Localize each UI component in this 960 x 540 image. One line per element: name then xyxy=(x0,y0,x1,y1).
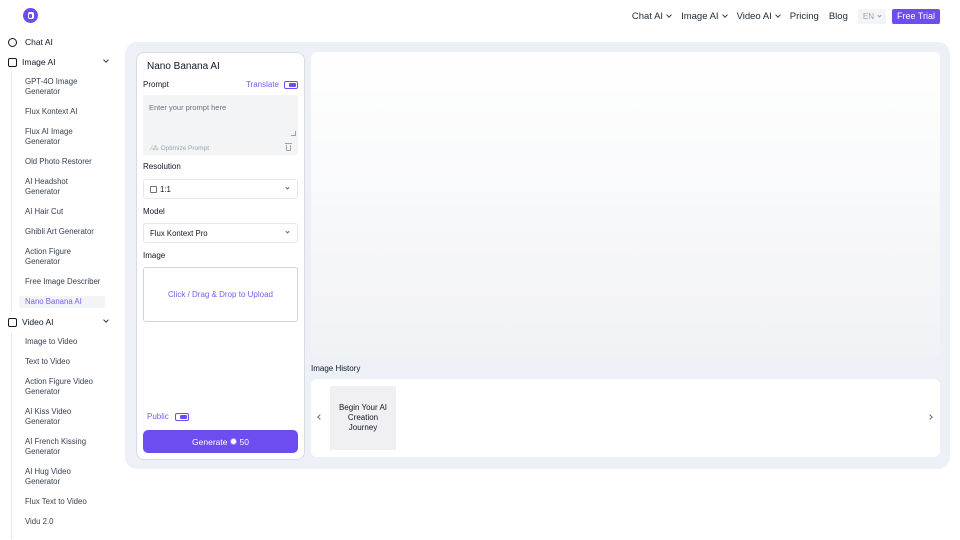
sidebar-item-gpt4o[interactable]: GPT-4O Image Generator xyxy=(19,77,105,97)
sidebar-item-flux-kontext[interactable]: Flux Kontext AI xyxy=(19,107,105,117)
sidebar-video-ai[interactable]: Video AI xyxy=(8,317,110,327)
nav-chat-ai[interactable]: Chat AI xyxy=(631,10,672,22)
image-preview-area xyxy=(311,52,940,357)
chat-icon xyxy=(8,37,17,47)
sidebar-section-label: Chat AI xyxy=(25,37,53,47)
chevron-down-icon xyxy=(103,57,109,63)
chevron-down-icon xyxy=(285,185,290,190)
model-select[interactable]: Flux Kontext Pro xyxy=(143,223,298,243)
sidebar-section-label: Image AI xyxy=(22,57,56,67)
public-toggle[interactable] xyxy=(174,412,189,421)
public-toggle-group: Public xyxy=(147,412,189,421)
chevron-down-icon xyxy=(877,12,882,18)
chevron-down-icon xyxy=(103,317,109,323)
sidebar-item-image-to-video[interactable]: Image to Video xyxy=(19,337,105,347)
language-select[interactable]: EN xyxy=(857,8,886,24)
resize-handle-icon[interactable] xyxy=(291,131,296,136)
generate-button[interactable]: Generate 50 xyxy=(143,430,298,453)
resolution-label: Resolution xyxy=(143,162,181,171)
upload-text: Click / Drag & Drop to Upload xyxy=(168,290,273,299)
sidebar-item-vidu[interactable]: Vidu 2.0 xyxy=(19,517,105,527)
sidebar-item-action-figure[interactable]: Action Figure Generator xyxy=(19,247,105,267)
sidebar-divider xyxy=(11,333,12,539)
sidebar-image-ai[interactable]: Image AI xyxy=(8,57,110,67)
optimize-prompt-button[interactable]: ⁄⁂ Optimize Prompt xyxy=(151,144,209,153)
sidebar-item-flux-text-video[interactable]: Flux Text to Video xyxy=(19,497,105,507)
sidebar-item-kiss-video[interactable]: AI Kiss Video Generator xyxy=(19,407,105,427)
nav-video-ai[interactable]: Video AI xyxy=(736,10,781,22)
nav-pricing[interactable]: Pricing xyxy=(790,11,819,22)
chevron-down-icon xyxy=(774,12,781,18)
sidebar-item-headshot[interactable]: AI Headshot Generator xyxy=(19,177,105,197)
image-history: Begin Your AI Creation Journey xyxy=(311,379,940,457)
prompt-input[interactable]: Enter your prompt here ⁄⁂ Optimize Promp… xyxy=(143,95,298,155)
chevron-down-icon xyxy=(721,12,728,18)
generator-panel: Nano Banana AI Prompt Translate Enter yo… xyxy=(136,52,305,460)
panel-title: Nano Banana AI xyxy=(147,61,220,72)
public-label: Public xyxy=(147,412,169,421)
history-label: Image History xyxy=(311,364,361,373)
top-header: Chat AI Image AI Video AI Pricing Blog E… xyxy=(0,0,960,32)
sidebar-section-label: Video AI xyxy=(22,317,54,327)
nav-label: Blog xyxy=(828,10,848,22)
aspect-square-icon xyxy=(150,185,157,193)
model-value: Flux Kontext Pro xyxy=(150,228,208,238)
sidebar-item-nano-banana[interactable]: Nano Banana AI xyxy=(19,296,105,308)
prompt-placeholder: Enter your prompt here xyxy=(149,103,227,112)
resolution-select[interactable]: 1:1 xyxy=(143,179,298,199)
chevron-down-icon xyxy=(666,12,672,18)
prompt-label: Prompt xyxy=(143,80,169,89)
sidebar-item-flux-image[interactable]: Flux AI Image Generator xyxy=(19,127,105,147)
magic-wand-icon: ⁄⁂ xyxy=(151,145,159,152)
generate-label: Generate xyxy=(192,436,228,447)
sidebar-item-text-to-video[interactable]: Text to Video xyxy=(19,357,105,367)
chevron-left-icon[interactable] xyxy=(317,414,323,420)
image-label: Image xyxy=(143,251,166,260)
nav-label: Chat AI xyxy=(631,10,664,22)
sidebar-item-old-photo[interactable]: Old Photo Restorer xyxy=(19,157,105,167)
trash-icon[interactable] xyxy=(285,143,292,151)
translate-label: Translate xyxy=(245,80,279,89)
history-placeholder-card: Begin Your AI Creation Journey xyxy=(330,386,396,450)
translate-toggle-group: Translate xyxy=(246,80,298,89)
free-trial-button[interactable]: Free Trial xyxy=(891,8,940,24)
sidebar-chat-ai[interactable]: Chat AI xyxy=(8,37,110,47)
sidebar-item-action-figure-video[interactable]: Action Figure Video Generator xyxy=(19,377,105,397)
coin-icon xyxy=(230,438,238,445)
video-icon xyxy=(8,317,17,327)
chevron-down-icon xyxy=(285,229,290,234)
nav-label: Pricing xyxy=(789,10,819,22)
image-upload-dropzone[interactable]: Click / Drag & Drop to Upload xyxy=(143,267,298,322)
translate-toggle[interactable] xyxy=(284,80,298,89)
logo-icon[interactable] xyxy=(23,8,38,23)
resolution-value: 1:1 xyxy=(160,184,171,194)
chevron-right-icon[interactable] xyxy=(927,414,933,420)
sidebar-item-ghibli[interactable]: Ghibli Art Generator xyxy=(19,227,105,237)
language-label: EN xyxy=(862,11,874,21)
optimize-label: Optimize Prompt xyxy=(160,144,209,152)
sidebar-item-french-kissing[interactable]: AI French Kissing Generator xyxy=(19,437,105,457)
sidebar-item-hair-cut[interactable]: AI Hair Cut xyxy=(19,207,105,217)
top-nav: Chat AI Image AI Video AI Pricing Blog E… xyxy=(622,8,940,24)
nav-label: Image AI xyxy=(681,10,719,22)
model-label: Model xyxy=(143,207,165,216)
credit-cost: 50 xyxy=(239,436,249,447)
nav-blog[interactable]: Blog xyxy=(829,11,848,22)
nav-label: Video AI xyxy=(736,10,772,22)
nav-image-ai[interactable]: Image AI xyxy=(681,10,728,22)
image-icon xyxy=(8,57,17,67)
sidebar-divider xyxy=(11,73,12,311)
sidebar-item-image-describer[interactable]: Free Image Describer xyxy=(19,277,105,287)
sidebar-item-hug-video[interactable]: AI Hug Video Generator xyxy=(19,467,105,487)
